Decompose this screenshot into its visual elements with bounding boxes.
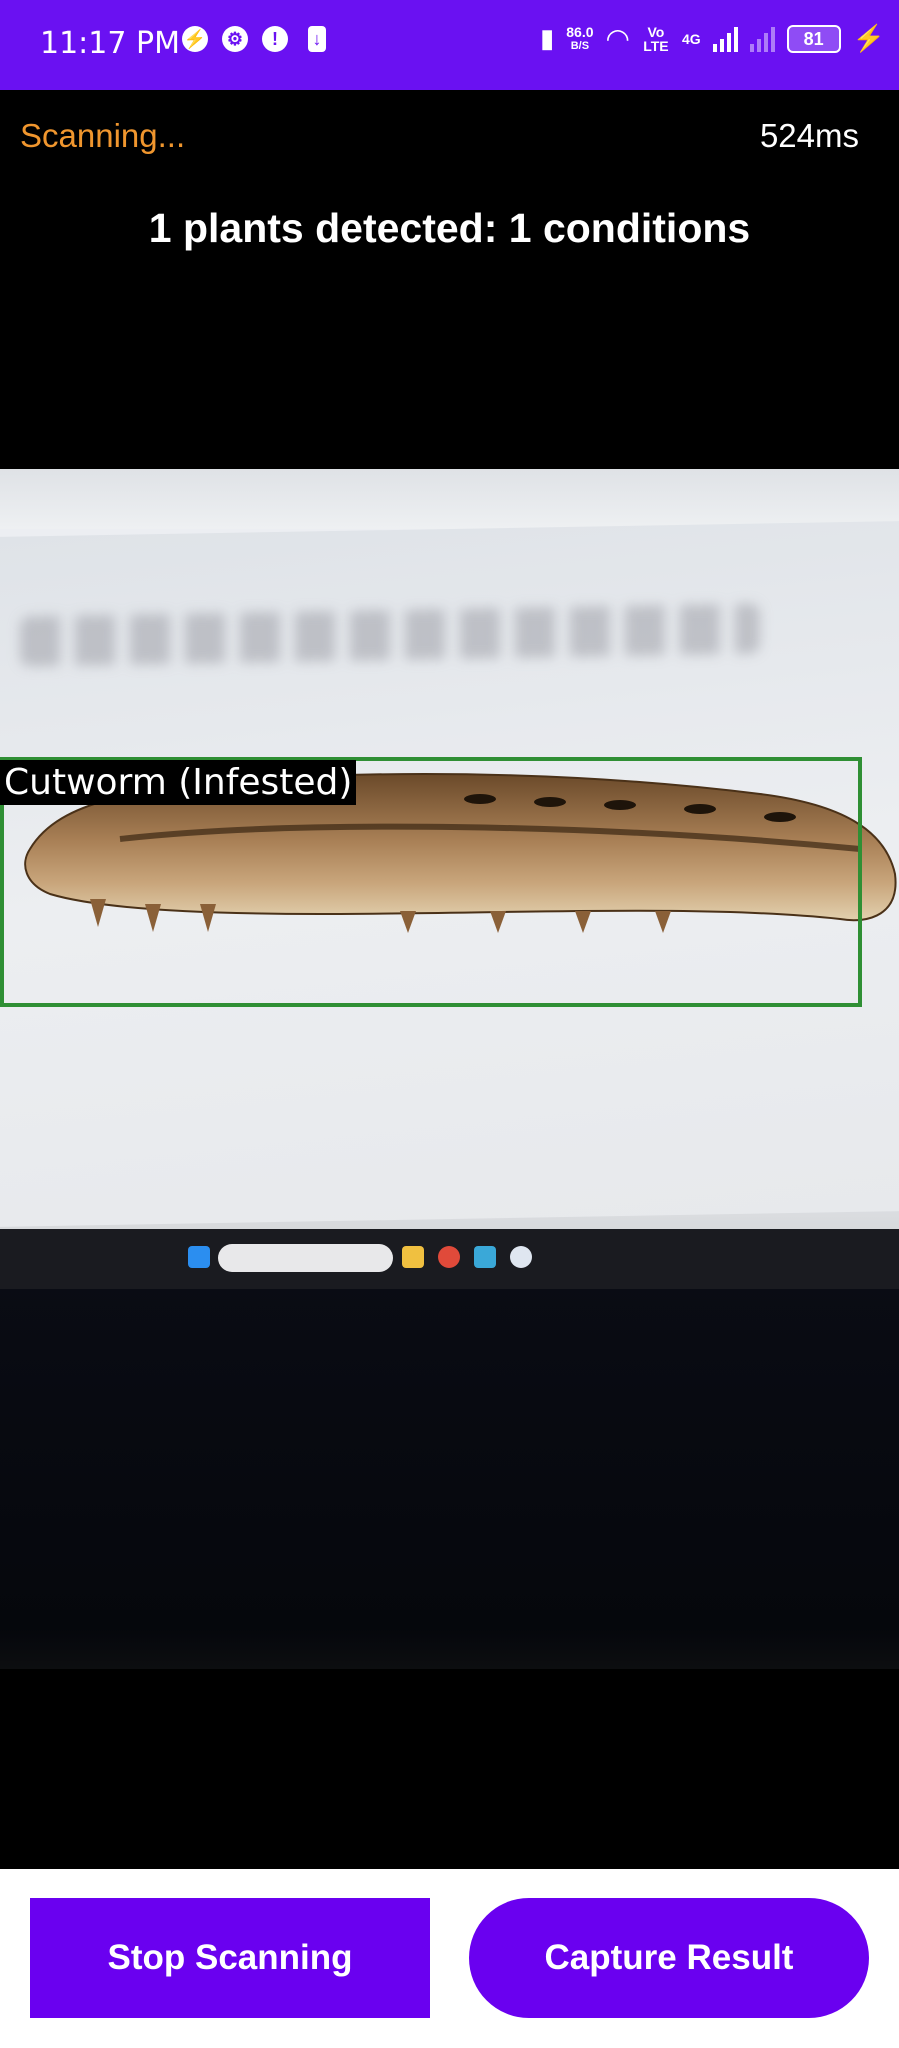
scan-status: Scanning... (20, 117, 186, 154)
volte-label: Vo LTE (643, 23, 669, 54)
messenger-icon: ⚡ (182, 26, 208, 52)
vibrate-icon: ▮ (539, 23, 555, 53)
blurred-text (20, 603, 760, 667)
charging-icon: ⚡ (852, 23, 885, 53)
battery-level: 81 (803, 28, 824, 49)
signal-2-icon (749, 26, 775, 52)
network-type: 4G (681, 30, 701, 47)
android-studio-icon (510, 1246, 532, 1268)
stop-scanning-button[interactable]: Stop Scanning (30, 1898, 430, 2018)
clock: 11:17 PM (40, 26, 180, 61)
net-speed-value: 86.0 (566, 23, 594, 40)
notification-icons: ⚡ ⚙ ! ↓ (182, 26, 326, 52)
chrome-icon (438, 1246, 460, 1268)
system-icons: ▮ 86.0 B/S ◠ Vo LTE 4G 81 ⚡ (540, 22, 885, 55)
camera-preview (0, 469, 899, 1669)
signal-icon (712, 26, 738, 52)
wifi-icon: ◠ (605, 23, 630, 54)
detection-summary: 1 plants detected: 1 conditions (148, 205, 751, 251)
alert-icon: ! (262, 26, 288, 52)
capture-result-button[interactable]: Capture Result (469, 1898, 869, 2018)
app-icon (474, 1246, 496, 1268)
inference-latency: 524ms (759, 117, 859, 154)
net-speed: 86.0 B/S (566, 25, 593, 53)
net-speed-unit: B/S (570, 39, 590, 52)
status-bar: 11:17 PM ⚡ ⚙ ! ↓ ▮ 86.0 B/S ◠ Vo LTE 4G … (0, 0, 899, 90)
battery-icon: 81 (786, 24, 841, 53)
settings-icon: ⚙ (222, 26, 248, 52)
taskbar-search (218, 1244, 393, 1272)
folder-icon (402, 1246, 424, 1268)
download-icon: ↓ (308, 26, 326, 52)
detection-label: Cutworm (Infested) (0, 760, 357, 805)
windows-icon (188, 1246, 210, 1268)
preview-background (0, 469, 899, 529)
